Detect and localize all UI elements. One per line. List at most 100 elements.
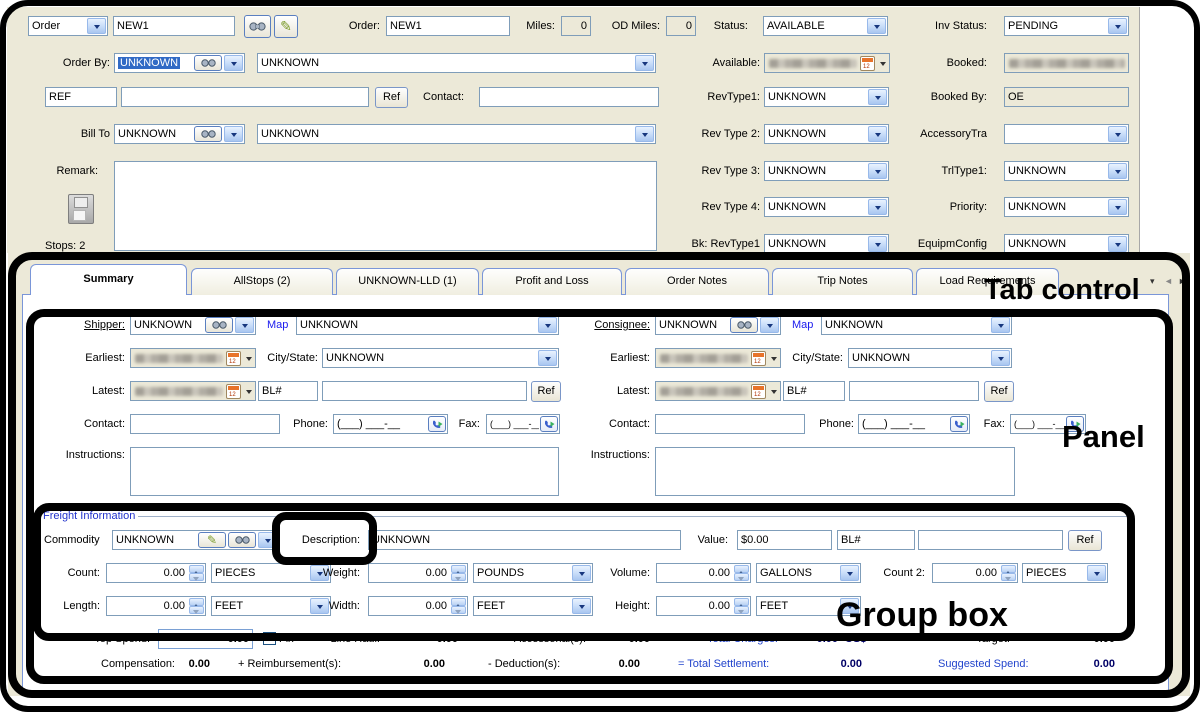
chevron-down-icon[interactable]: [868, 199, 887, 215]
value-field[interactable]: $0.00: [737, 530, 832, 550]
consignee-latest-date[interactable]: [655, 381, 781, 401]
rev-type4-combo[interactable]: UNKNOWN: [764, 197, 889, 217]
available-date-field[interactable]: [764, 53, 890, 73]
search-binoculars-button[interactable]: [730, 317, 758, 333]
chevron-down-icon[interactable]: [572, 598, 591, 614]
count-spinner[interactable]: 0.00: [106, 563, 206, 583]
revtype1-combo[interactable]: UNKNOWN: [764, 87, 889, 107]
commodity-value[interactable]: UNKNOWN: [113, 531, 197, 549]
spin-up-icon[interactable]: [1001, 565, 1016, 573]
length-value[interactable]: 0.00: [107, 597, 188, 615]
weight-spinner[interactable]: 0.00: [368, 563, 468, 583]
chevron-down-icon[interactable]: [538, 350, 557, 366]
spin-up-icon[interactable]: [734, 565, 749, 573]
chevron-down-icon[interactable]: [1108, 163, 1127, 179]
order-type-combo[interactable]: Order: [28, 16, 108, 36]
length-spinner[interactable]: 0.00: [106, 596, 206, 616]
chevron-down-icon[interactable]: [868, 89, 887, 105]
accessory-combo[interactable]: [1004, 124, 1129, 144]
shipper-fax-field[interactable]: (___) ___-__: [486, 414, 560, 434]
consignee-contact-field[interactable]: [655, 414, 805, 434]
spin-down-icon[interactable]: [451, 606, 466, 614]
consignee-city-state-combo[interactable]: UNKNOWN: [848, 348, 1012, 368]
chevron-down-icon[interactable]: [877, 54, 889, 72]
bill-to-name-combo[interactable]: UNKNOWN: [257, 124, 656, 144]
chevron-down-icon[interactable]: [1108, 199, 1127, 215]
order-by-code[interactable]: UNKNOWN: [115, 54, 193, 72]
chevron-down-icon[interactable]: [868, 163, 887, 179]
bill-to-lookup[interactable]: UNKNOWN: [114, 124, 245, 144]
shipper-lookup[interactable]: UNKNOWN: [130, 315, 256, 335]
freight-bl-field[interactable]: [918, 530, 1063, 550]
chevron-down-icon[interactable]: [538, 317, 557, 333]
tab-allstops[interactable]: AllStops (2): [191, 268, 333, 295]
height-spinner[interactable]: 0.00: [656, 596, 751, 616]
chevron-down-icon[interactable]: [235, 317, 254, 333]
top-spend-field[interactable]: 0.00: [158, 629, 253, 649]
description-field[interactable]: UNKNOWN: [368, 530, 681, 550]
tab-trip-notes[interactable]: Trip Notes: [772, 268, 913, 295]
tab-order-notes[interactable]: Order Notes: [625, 268, 769, 295]
chevron-down-icon[interactable]: [1108, 18, 1127, 34]
search-binoculars-button[interactable]: [228, 532, 256, 548]
dial-fax-button[interactable]: [540, 416, 558, 432]
shipper-bl-field[interactable]: [322, 381, 527, 401]
chevron-down-icon[interactable]: [768, 349, 780, 367]
height-unit-combo[interactable]: FEET: [756, 596, 861, 616]
equip-config-combo[interactable]: UNKNOWN: [1004, 234, 1129, 254]
chevron-down-icon[interactable]: [87, 18, 106, 34]
calendar-icon[interactable]: [226, 351, 241, 366]
chevron-down-icon[interactable]: [258, 532, 277, 548]
weight-value[interactable]: 0.00: [369, 564, 450, 582]
width-unit-combo[interactable]: FEET: [473, 596, 593, 616]
shipper-latest-date[interactable]: [130, 381, 256, 401]
rev-type3-combo[interactable]: UNKNOWN: [764, 161, 889, 181]
spin-up-icon[interactable]: [451, 565, 466, 573]
dial-phone-button[interactable]: [428, 416, 446, 432]
tab-load-requirements[interactable]: Load Requirements: [916, 268, 1059, 295]
shipper-code[interactable]: UNKNOWN: [131, 316, 204, 334]
search-binoculars-button[interactable]: [194, 55, 222, 71]
search-binoculars-button[interactable]: [205, 317, 233, 333]
chevron-down-icon[interactable]: [635, 55, 654, 71]
chevron-down-icon[interactable]: [243, 382, 255, 400]
tab-unknown-lld[interactable]: UNKNOWN-LLD (1): [336, 268, 479, 295]
ref-button[interactable]: Ref: [375, 87, 408, 108]
count2-spinner[interactable]: 0.00: [932, 563, 1018, 583]
consignee-title[interactable]: Consignee:: [576, 319, 650, 333]
shipper-phone-field[interactable]: (___) ___-__: [333, 414, 448, 434]
shipper-name-combo[interactable]: UNKNOWN: [296, 315, 559, 335]
count2-value[interactable]: 0.00: [933, 564, 1000, 582]
contact-field[interactable]: [479, 87, 659, 107]
width-spinner[interactable]: 0.00: [368, 596, 468, 616]
chevron-down-icon[interactable]: [243, 349, 255, 367]
volume-spinner[interactable]: 0.00: [656, 563, 751, 583]
chevron-down-icon[interactable]: [224, 55, 243, 71]
edit-pencil-button[interactable]: ✎: [274, 15, 298, 38]
shipper-earliest-date[interactable]: [130, 348, 256, 368]
shipper-map-link[interactable]: Map: [267, 319, 288, 331]
shipper-bl-box[interactable]: BL#: [258, 381, 318, 401]
bill-to-code[interactable]: UNKNOWN: [115, 125, 193, 143]
ref-number-field[interactable]: [121, 87, 369, 107]
shipper-city-state-combo[interactable]: UNKNOWN: [322, 348, 559, 368]
consignee-ref-button[interactable]: Ref: [984, 381, 1014, 402]
chevron-down-icon[interactable]: [868, 126, 887, 142]
edit-pencil-button[interactable]: ✎: [198, 532, 226, 548]
status-combo[interactable]: AVAILABLE: [763, 16, 888, 36]
chevron-down-icon[interactable]: [1087, 565, 1106, 581]
calendar-icon[interactable]: [226, 384, 241, 399]
consignee-code[interactable]: UNKNOWN: [656, 316, 729, 334]
order-by-lookup[interactable]: UNKNOWN: [114, 53, 245, 73]
consignee-map-link[interactable]: Map: [792, 319, 813, 331]
order-id-field[interactable]: NEW1: [113, 16, 235, 36]
chevron-down-icon[interactable]: [1108, 126, 1127, 142]
consignee-instructions-textarea[interactable]: [655, 447, 1015, 496]
search-binoculars-button[interactable]: [194, 126, 222, 142]
shipper-title[interactable]: Shipper:: [52, 319, 125, 333]
rev-type2-combo[interactable]: UNKNOWN: [764, 124, 889, 144]
weight-unit-combo[interactable]: POUNDS: [473, 563, 593, 583]
priority-combo[interactable]: UNKNOWN: [1004, 197, 1129, 217]
volume-unit-combo[interactable]: GALLONS: [756, 563, 861, 583]
consignee-phone-field[interactable]: (___) ___-__: [858, 414, 970, 434]
